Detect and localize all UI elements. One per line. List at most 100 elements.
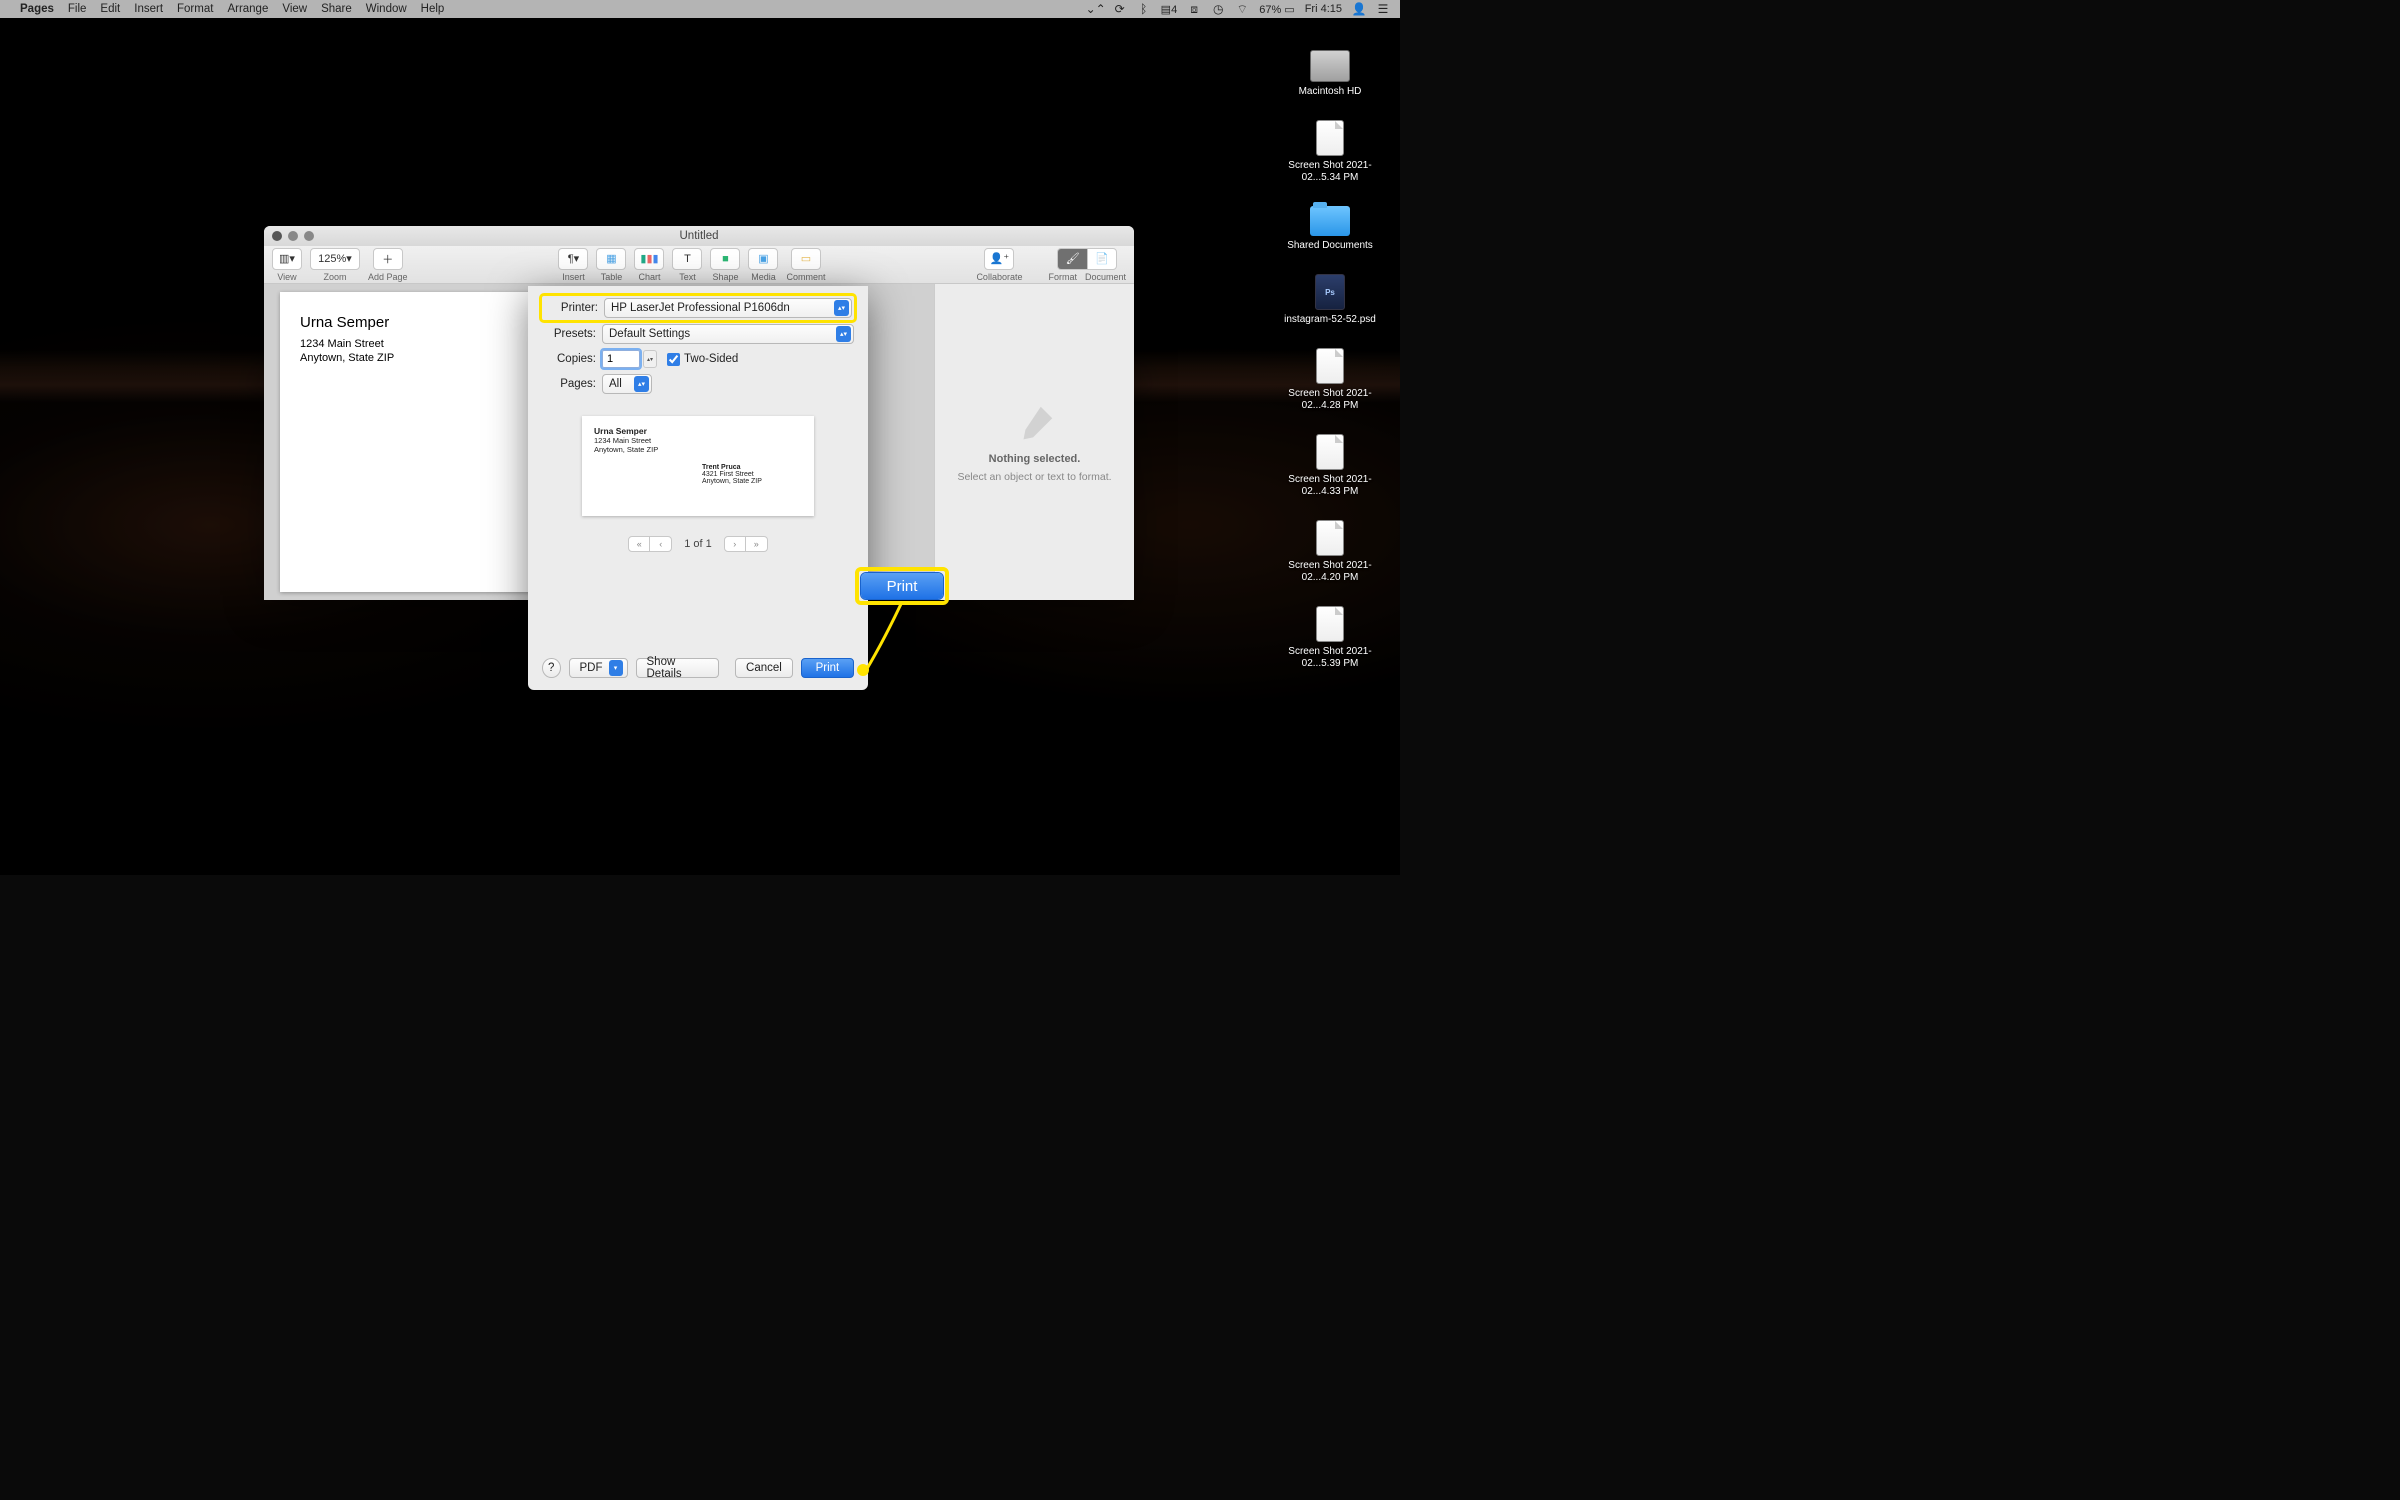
calendar-icon[interactable]: ⧈ — [1187, 2, 1201, 16]
menu-share[interactable]: Share — [321, 3, 352, 15]
pages-label: Pages: — [542, 378, 596, 390]
preview-to-addr2: Anytown, State ZIP — [702, 478, 762, 485]
clock-icon[interactable]: ◷ — [1211, 2, 1225, 16]
next-page-button[interactable]: › — [724, 536, 746, 552]
menu-insert[interactable]: Insert — [134, 3, 163, 15]
menu-help[interactable]: Help — [421, 3, 445, 15]
chevron-updown-icon: ▴▾ — [834, 300, 849, 316]
menu-view[interactable]: View — [282, 3, 307, 15]
printer-select[interactable]: HP LaserJet Professional P1606dn ▴▾ — [604, 298, 852, 318]
toolbar-label: Collaborate — [976, 272, 1022, 282]
inspector-panel: Nothing selected. Select an object or te… — [934, 284, 1134, 600]
media-button[interactable]: ▣ — [748, 248, 778, 270]
menu-app[interactable]: Pages — [20, 3, 54, 15]
wifi-icon[interactable]: ⌔ — [1235, 2, 1249, 16]
toolbar-label: View — [277, 272, 296, 282]
cancel-button[interactable]: Cancel — [735, 658, 793, 678]
two-sided-label: Two-Sided — [684, 353, 738, 365]
toolbar-label: Zoom — [323, 272, 346, 282]
zoom-dropdown[interactable]: 125%▾ — [310, 248, 360, 270]
zoom-icon[interactable] — [304, 231, 314, 241]
toolbar-label: Text — [679, 272, 696, 282]
copies-stepper[interactable]: ▴▾ — [643, 350, 657, 368]
chart-button[interactable]: ▮▮▮ — [634, 248, 664, 270]
copies-label: Copies: — [542, 353, 596, 365]
battery-status[interactable]: 67% ▭ — [1259, 3, 1294, 16]
print-preview: Urna Semper 1234 Main Street Anytown, St… — [582, 416, 814, 516]
minimize-icon[interactable] — [288, 231, 298, 241]
preview-return-addr1: 1234 Main Street — [594, 436, 651, 445]
file-icon — [1316, 520, 1344, 556]
desktop-item-folder[interactable]: Shared Documents — [1280, 206, 1380, 252]
inspector-empty-title: Nothing selected. — [989, 453, 1081, 465]
shape-button[interactable]: ■ — [710, 248, 740, 270]
add-page-button[interactable]: ＋ — [373, 248, 403, 270]
two-sided-checkbox[interactable] — [667, 353, 680, 366]
desktop-item-file[interactable]: Screen Shot 2021-02...4.28 PM — [1280, 348, 1380, 412]
annotation-dot-icon — [857, 664, 869, 676]
menu-arrange[interactable]: Arrange — [227, 3, 268, 15]
sync-icon[interactable]: ⟳ — [1113, 2, 1127, 16]
toolbar-label: Comment — [786, 272, 825, 282]
bluetooth-icon[interactable]: ᛒ — [1137, 2, 1151, 16]
page-counter: 1 of 1 — [684, 538, 712, 550]
toolbar: ▥▾View 125%▾Zoom ＋Add Page ¶▾Insert ▦Tab… — [264, 246, 1134, 284]
table-button[interactable]: ▦ — [596, 248, 626, 270]
desktop-item-file[interactable]: Screen Shot 2021-02...5.39 PM — [1280, 606, 1380, 670]
menu-edit[interactable]: Edit — [100, 3, 120, 15]
user-icon[interactable]: 👤 — [1352, 2, 1366, 16]
date-time[interactable]: Fri 4:15 — [1305, 3, 1342, 15]
document-tab[interactable]: 📄 — [1087, 248, 1117, 270]
print-button[interactable]: Print — [801, 658, 854, 678]
desktop-label: Shared Documents — [1287, 240, 1373, 252]
menubar: Pages File Edit Insert Format Arrange Vi… — [0, 0, 1400, 18]
show-details-button[interactable]: Show Details — [636, 658, 720, 678]
dropbox-icon[interactable]: ⌄⌃ — [1089, 2, 1103, 16]
brush-icon — [1012, 401, 1058, 447]
view-button[interactable]: ▥▾ — [272, 248, 302, 270]
desktop-label: Screen Shot 2021-02...4.20 PM — [1280, 560, 1380, 584]
notification-badge[interactable]: ▤4 — [1161, 3, 1178, 16]
pages-select[interactable]: All ▴▾ — [602, 374, 652, 394]
toolbar-label: Shape — [712, 272, 738, 282]
window-title: Untitled — [680, 230, 719, 242]
prev-page-button[interactable]: ‹ — [650, 536, 672, 552]
menu-file[interactable]: File — [68, 3, 87, 15]
titlebar[interactable]: Untitled — [264, 226, 1134, 246]
pages-value: All — [609, 378, 622, 390]
file-icon — [1316, 348, 1344, 384]
first-page-button[interactable]: « — [628, 536, 650, 552]
preview-to-name: Trent Pruca — [702, 464, 762, 471]
control-center-icon[interactable]: ☰ — [1376, 2, 1390, 16]
printer-label: Printer: — [544, 302, 598, 314]
copies-input[interactable] — [602, 350, 640, 368]
desktop-item-file[interactable]: Screen Shot 2021-02...4.33 PM — [1280, 434, 1380, 498]
help-button[interactable]: ? — [542, 658, 561, 678]
annotation-print-highlight: Print — [855, 567, 949, 605]
collaborate-button[interactable]: 👤⁺ — [984, 248, 1014, 270]
desktop-item-file[interactable]: Screen Shot 2021-02...4.20 PM — [1280, 520, 1380, 584]
desktop-item-file[interactable]: Screen Shot 2021-02...5.34 PM — [1280, 120, 1380, 184]
desktop-item-hdd[interactable]: Macintosh HD — [1280, 50, 1380, 98]
desktop-item-psd[interactable]: Psinstagram-52-52.psd — [1280, 274, 1380, 326]
desktop-label: Screen Shot 2021-02...4.28 PM — [1280, 388, 1380, 412]
traffic-lights[interactable] — [272, 231, 314, 241]
desktop-label: Macintosh HD — [1299, 86, 1362, 98]
menu-window[interactable]: Window — [366, 3, 407, 15]
text-button[interactable]: T — [672, 248, 702, 270]
menu-format[interactable]: Format — [177, 3, 213, 15]
last-page-button[interactable]: » — [746, 536, 768, 552]
insert-button[interactable]: ¶▾ — [558, 248, 588, 270]
desktop-icons: Macintosh HD Screen Shot 2021-02...5.34 … — [1280, 50, 1380, 670]
file-icon — [1316, 120, 1344, 156]
comment-button[interactable]: ▭ — [791, 248, 821, 270]
presets-label: Presets: — [542, 328, 596, 340]
toolbar-label: Chart — [638, 272, 660, 282]
chevron-down-icon: ▾ — [609, 660, 623, 676]
file-icon — [1316, 606, 1344, 642]
presets-select[interactable]: Default Settings ▴▾ — [602, 324, 854, 344]
pdf-button[interactable]: PDF▾ — [569, 658, 628, 678]
close-icon[interactable] — [272, 231, 282, 241]
preview-to-addr1: 4321 First Street — [702, 471, 754, 478]
format-tab[interactable]: 🖌 — [1057, 248, 1087, 270]
